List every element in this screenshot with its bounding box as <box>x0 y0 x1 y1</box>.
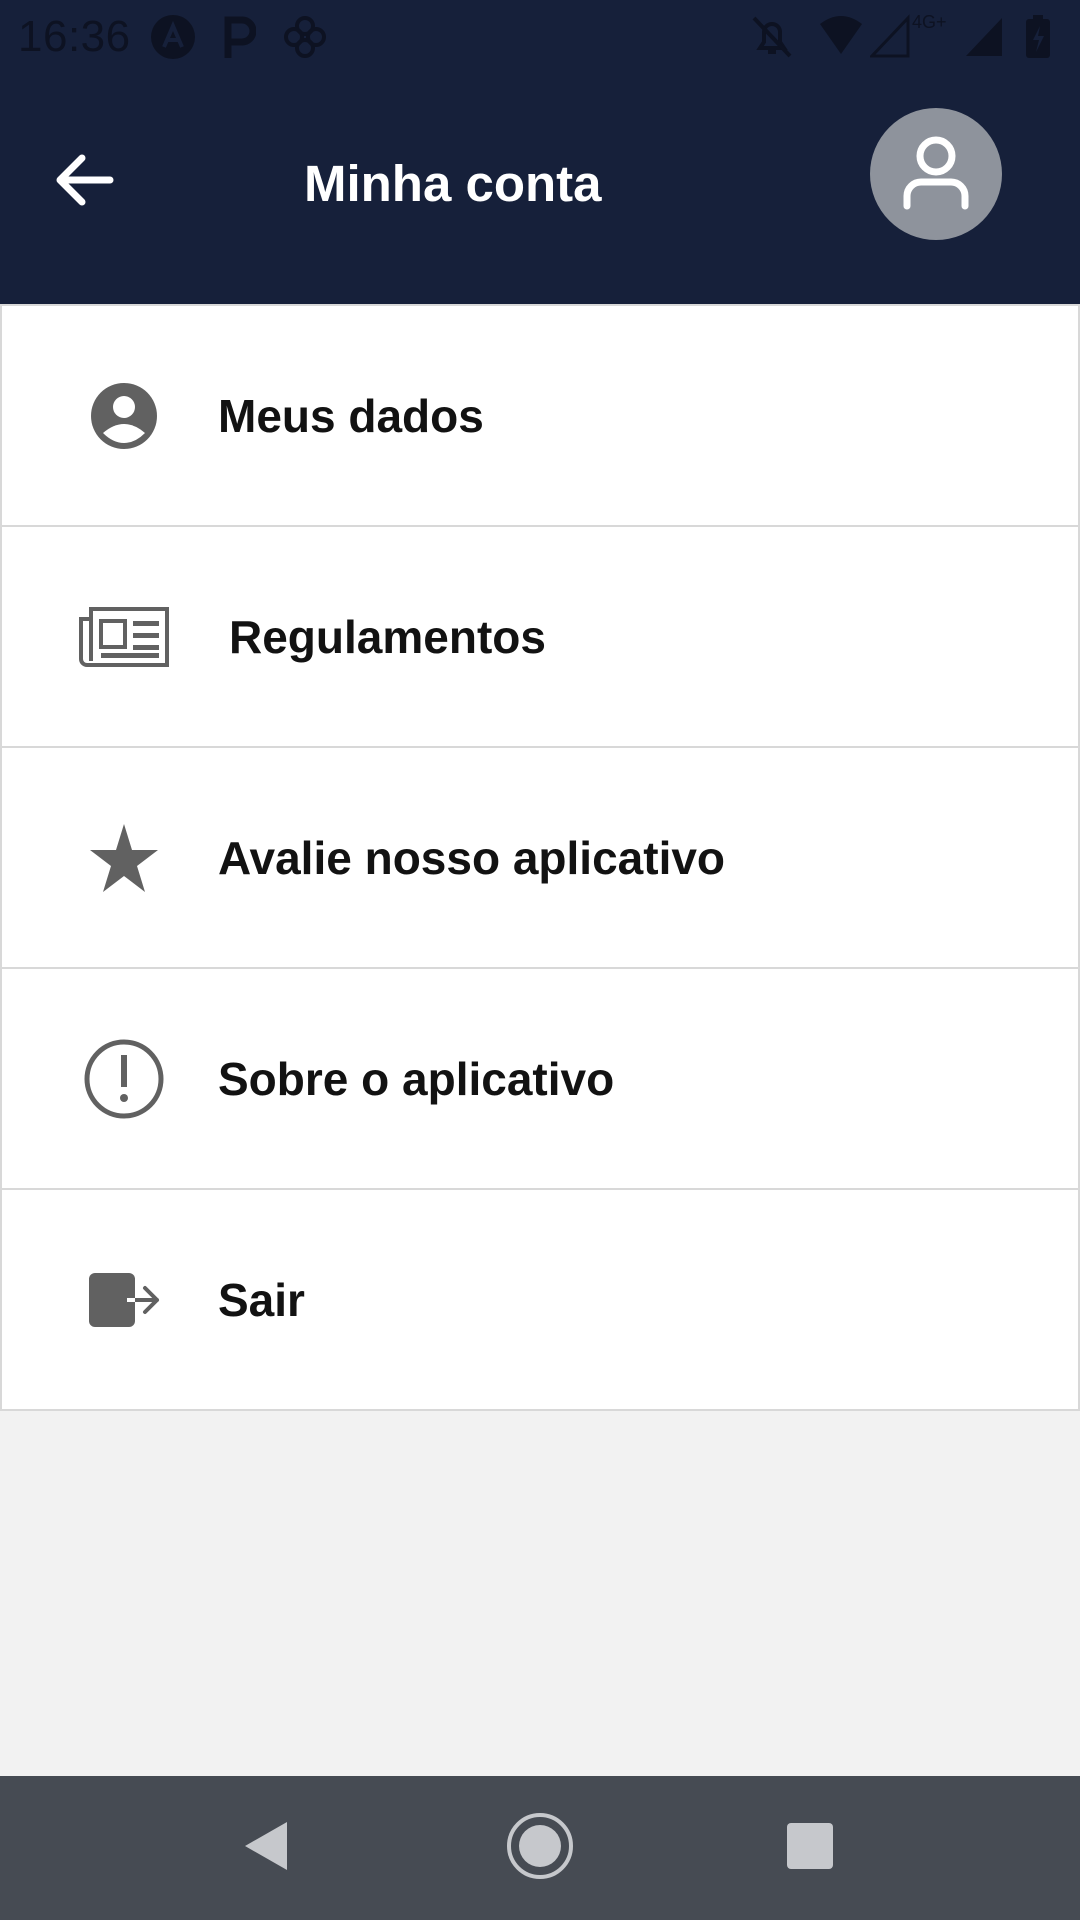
status-bar: 16:36 4G+ <box>0 0 1080 76</box>
back-button[interactable] <box>44 142 124 222</box>
notification-p-icon <box>222 14 256 60</box>
nav-home-button[interactable] <box>504 1812 576 1884</box>
user-outline-icon <box>901 134 971 215</box>
menu-item-label: Regulamentos <box>229 610 546 663</box>
menu-item-label: Avalie nosso aplicativo <box>218 831 726 884</box>
nav-recents-icon <box>785 1821 835 1876</box>
wifi-icon <box>818 14 864 60</box>
menu-item-sobre[interactable]: Sobre o aplicativo <box>0 969 1080 1190</box>
signal-icon <box>964 14 1004 60</box>
page-title: Minha conta <box>304 155 602 212</box>
status-time: 16:36 <box>18 12 131 61</box>
menu-item-label: Meus dados <box>218 389 484 442</box>
notification-pinwheel-icon <box>282 14 328 60</box>
nav-home-icon <box>505 1811 575 1886</box>
menu-item-label: Sair <box>218 1273 305 1326</box>
system-nav-bar <box>0 1776 1080 1920</box>
nav-back-button[interactable] <box>230 1812 302 1884</box>
account-menu: Meus dados Regulamentos Avalie nosso apl… <box>0 304 1080 1411</box>
account-circle-icon <box>74 306 174 525</box>
nav-back-icon <box>241 1818 291 1879</box>
nav-recents-button[interactable] <box>774 1812 846 1884</box>
menu-item-avalie[interactable]: Avalie nosso aplicativo <box>0 748 1080 969</box>
menu-item-regulamentos[interactable]: Regulamentos <box>0 527 1080 748</box>
avatar-button[interactable] <box>870 108 1002 240</box>
network-type-label: 4G+ <box>912 12 947 32</box>
app-bar: Minha conta <box>0 76 1080 304</box>
logout-icon <box>74 1190 174 1409</box>
signal-empty-icon <box>870 14 910 60</box>
info-exclamation-icon <box>74 969 174 1188</box>
menu-item-label: Sobre o aplicativo <box>218 1052 615 1105</box>
battery-charging-icon <box>1024 14 1052 60</box>
star-icon <box>74 748 174 967</box>
menu-item-sair[interactable]: Sair <box>0 1190 1080 1411</box>
notification-a-icon <box>150 14 196 60</box>
arrow-left-icon <box>54 154 114 211</box>
menu-item-meus-dados[interactable]: Meus dados <box>0 304 1080 527</box>
bell-off-icon <box>750 14 794 60</box>
newspaper-icon <box>78 527 172 746</box>
